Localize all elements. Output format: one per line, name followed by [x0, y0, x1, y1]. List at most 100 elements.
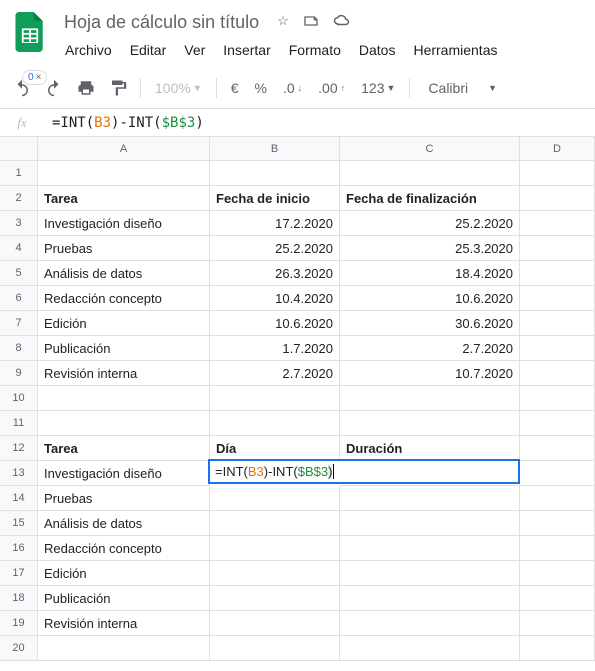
cell[interactable]: 25.2.2020 [210, 236, 340, 261]
cell[interactable] [38, 411, 210, 436]
cell[interactable]: 18.4.2020 [340, 261, 520, 286]
cell[interactable]: Edición [38, 561, 210, 586]
cell[interactable] [520, 311, 595, 336]
increase-decimal-button[interactable]: .00↑ [312, 80, 351, 96]
cell[interactable]: Investigación diseño [38, 461, 210, 486]
col-header[interactable]: D [520, 137, 595, 161]
row-header[interactable]: 12 [0, 436, 38, 461]
cell[interactable]: 10.6.2020 [210, 311, 340, 336]
row-header[interactable]: 5 [0, 261, 38, 286]
menu-archivo[interactable]: Archivo [58, 38, 119, 62]
cell[interactable] [520, 486, 595, 511]
cell[interactable] [340, 511, 520, 536]
row-header[interactable]: 6 [0, 286, 38, 311]
cell[interactable]: 2.7.2020 [340, 336, 520, 361]
cell[interactable] [38, 386, 210, 411]
document-title[interactable]: Hoja de cálculo sin título [58, 10, 265, 35]
menu-insertar[interactable]: Insertar [216, 38, 277, 62]
formula-input[interactable]: =INT(B3)-INT($B$3) [44, 111, 595, 135]
cell[interactable] [210, 586, 340, 611]
cell[interactable] [520, 236, 595, 261]
cell[interactable] [520, 536, 595, 561]
move-icon[interactable] [303, 13, 319, 32]
cell[interactable]: 26.3.2020 [210, 261, 340, 286]
cell[interactable] [520, 411, 595, 436]
cell[interactable] [520, 461, 595, 486]
cell[interactable] [340, 161, 520, 186]
cell[interactable]: Publicación [38, 586, 210, 611]
select-all-corner[interactable] [0, 137, 38, 161]
menu-herramientas[interactable]: Herramientas [406, 38, 504, 62]
cell[interactable]: 25.3.2020 [340, 236, 520, 261]
cell[interactable]: 10.7.2020 [340, 361, 520, 386]
row-header[interactable]: 4 [0, 236, 38, 261]
undo-button[interactable]: 0 × [8, 74, 36, 102]
cell[interactable] [38, 636, 210, 661]
row-header[interactable]: 13 [0, 461, 38, 486]
cell[interactable] [520, 261, 595, 286]
cell[interactable]: Tarea [38, 436, 210, 461]
cell[interactable]: Fecha de finalización [340, 186, 520, 211]
menu-ver[interactable]: Ver [177, 38, 212, 62]
redo-button[interactable] [40, 74, 68, 102]
cell[interactable] [520, 586, 595, 611]
cell[interactable]: Duración [340, 436, 520, 461]
cell[interactable] [210, 486, 340, 511]
menu-editar[interactable]: Editar [123, 38, 174, 62]
cell[interactable] [340, 636, 520, 661]
cell[interactable] [520, 361, 595, 386]
row-header[interactable]: 2 [0, 186, 38, 211]
cell[interactable] [210, 386, 340, 411]
cell[interactable]: Investigación diseño [38, 211, 210, 236]
cell[interactable] [520, 386, 595, 411]
cell[interactable]: Revisión interna [38, 611, 210, 636]
cell[interactable] [210, 536, 340, 561]
row-header[interactable]: 9 [0, 361, 38, 386]
cell[interactable]: Pruebas [38, 236, 210, 261]
cell[interactable]: 30.6.2020 [340, 311, 520, 336]
cell[interactable]: 10.4.2020 [210, 286, 340, 311]
row-header[interactable]: 10 [0, 386, 38, 411]
cell[interactable] [210, 511, 340, 536]
cell[interactable] [520, 336, 595, 361]
cell[interactable] [210, 611, 340, 636]
cell[interactable] [520, 636, 595, 661]
number-format-select[interactable]: 123 ▼ [355, 80, 401, 96]
font-select[interactable]: Calibri▼ [418, 80, 513, 96]
cell[interactable] [340, 411, 520, 436]
cell[interactable]: Fecha de inicio [210, 186, 340, 211]
row-header[interactable]: 3 [0, 211, 38, 236]
cloud-icon[interactable] [333, 13, 351, 32]
cell[interactable]: 2.7.2020 [210, 361, 340, 386]
cell[interactable] [520, 611, 595, 636]
cell[interactable] [520, 436, 595, 461]
paint-format-button[interactable] [104, 74, 132, 102]
cell[interactable] [520, 511, 595, 536]
percent-button[interactable]: % [249, 80, 273, 96]
cell[interactable]: Publicación [38, 336, 210, 361]
cell[interactable]: Edición [38, 311, 210, 336]
row-header[interactable]: 7 [0, 311, 38, 336]
row-header[interactable]: 1 [0, 161, 38, 186]
cell[interactable]: Revisión interna [38, 361, 210, 386]
cell[interactable] [520, 286, 595, 311]
cell[interactable]: Redacción concepto [38, 536, 210, 561]
col-header[interactable]: C [340, 137, 520, 161]
row-header[interactable]: 19 [0, 611, 38, 636]
cell[interactable]: Pruebas [38, 486, 210, 511]
cell[interactable]: 1.7.2020 [210, 336, 340, 361]
currency-button[interactable]: € [225, 80, 245, 96]
cell[interactable] [340, 561, 520, 586]
menu-datos[interactable]: Datos [352, 38, 403, 62]
cell[interactable]: 10.6.2020 [340, 286, 520, 311]
cell[interactable]: 25.2.2020 [340, 211, 520, 236]
cell[interactable]: Análisis de datos [38, 261, 210, 286]
row-header[interactable]: 8 [0, 336, 38, 361]
menu-formato[interactable]: Formato [282, 38, 348, 62]
decrease-decimal-button[interactable]: .0↓ [277, 80, 308, 96]
row-header[interactable]: 20 [0, 636, 38, 661]
zoom-select[interactable]: 100% ▼ [149, 80, 208, 96]
cell[interactable] [340, 536, 520, 561]
cell[interactable]: Tarea [38, 186, 210, 211]
col-header[interactable]: B [210, 137, 340, 161]
